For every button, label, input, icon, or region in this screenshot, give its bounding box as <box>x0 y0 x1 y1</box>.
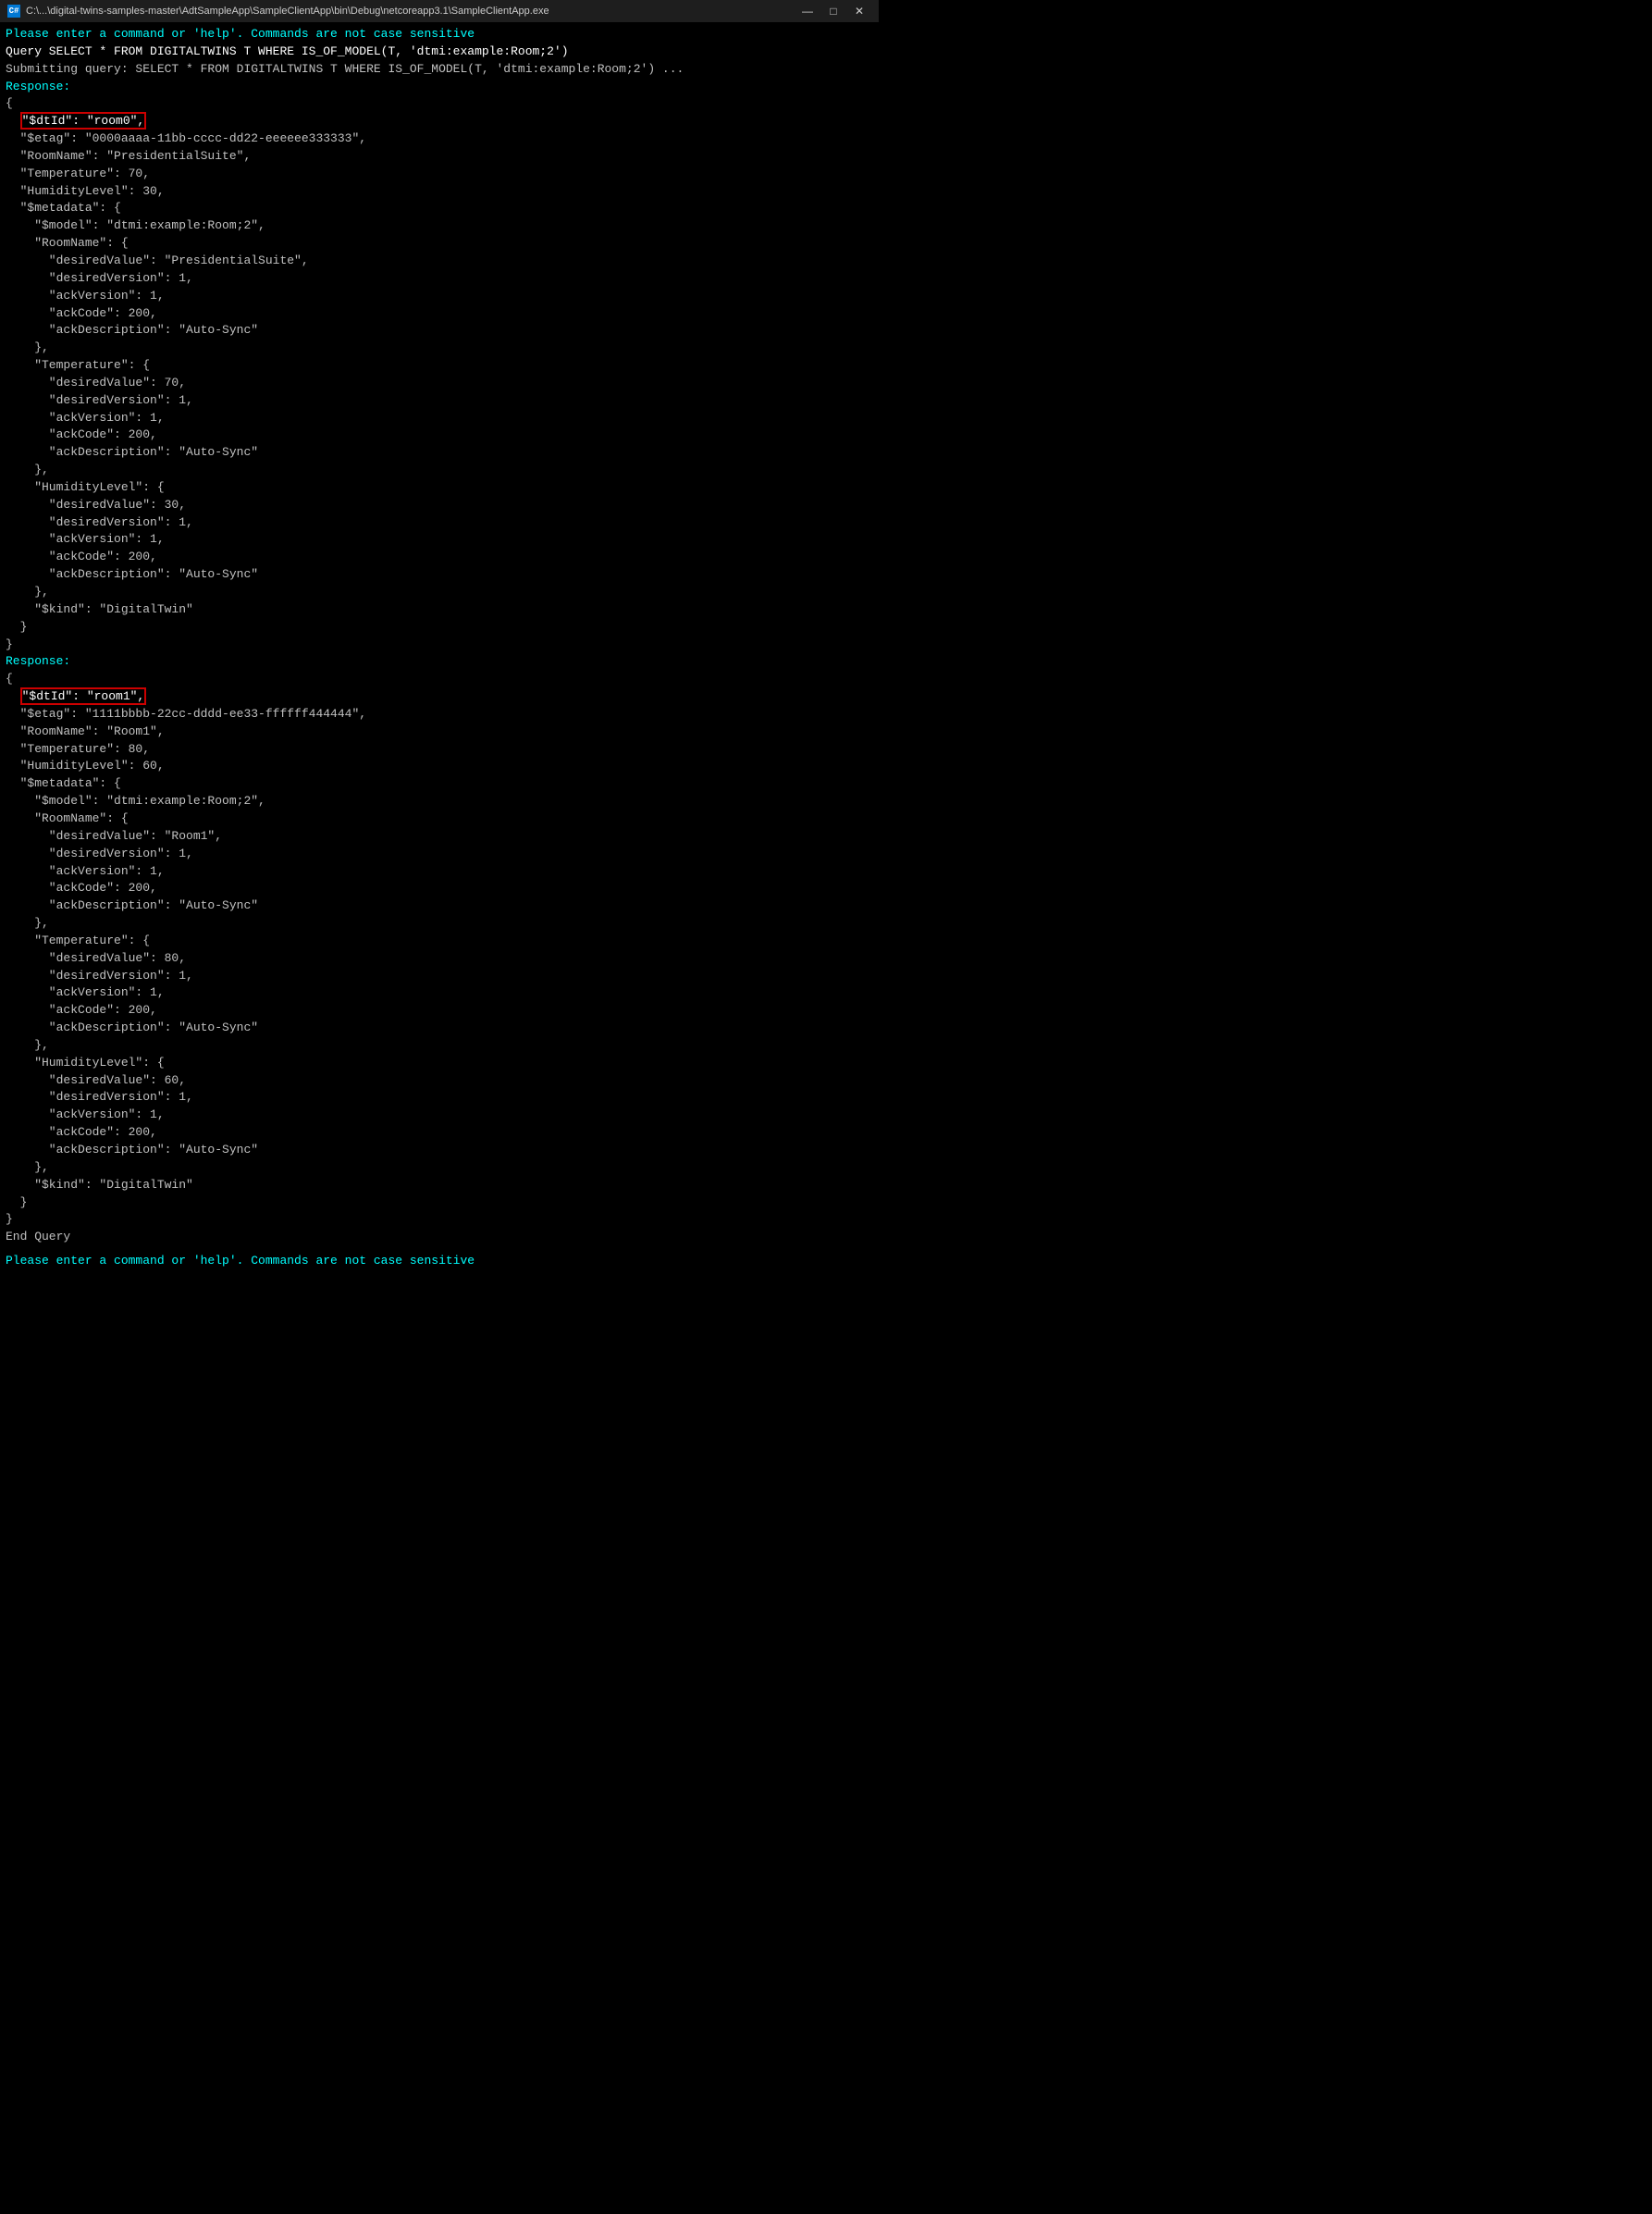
room1-h-ackcode: "ackCode": 200, <box>6 1124 873 1142</box>
close-button[interactable]: ✕ <box>847 3 871 19</box>
room0-roomname: "RoomName": "PresidentialSuite", <box>6 148 873 166</box>
room1-model: "$model": "dtmi:example:Room;2", <box>6 793 873 810</box>
room0-metadata-open: "$metadata": { <box>6 200 873 217</box>
room0-dtid-highlight: "$dtId": "room0", <box>20 112 147 130</box>
room1-temperature: "Temperature": 80, <box>6 741 873 759</box>
room1-dtid-highlight: "$dtId": "room1", <box>20 687 147 705</box>
prompt-line-2: Please enter a command or 'help'. Comman… <box>6 1254 475 1268</box>
room1-t-ackver: "ackVersion": 1, <box>6 984 873 1002</box>
room0-t-ackdesc: "ackDescription": "Auto-Sync" <box>6 444 873 462</box>
room0-dtid-line: "$dtId": "room0", <box>6 113 873 130</box>
room0-t-close: }, <box>6 462 873 479</box>
bottom-prompt-bar: Please enter a command or 'help'. Comman… <box>0 1250 879 1270</box>
room1-etag: "$etag": "1111bbbb-22cc-dddd-ee33-ffffff… <box>6 706 873 724</box>
room0-rn-desiredver: "desiredVersion": 1, <box>6 270 873 288</box>
room1-h-ackdesc: "ackDescription": "Auto-Sync" <box>6 1142 873 1159</box>
title-bar-path: C:\...\digital-twins-samples-master\AdtS… <box>26 6 549 17</box>
room1-h-desired: "desiredValue": 60, <box>6 1072 873 1090</box>
room1-metadata-close: } <box>6 1194 873 1212</box>
room1-t-desiredver: "desiredVersion": 1, <box>6 968 873 985</box>
room1-roomname-meta-open: "RoomName": { <box>6 810 873 828</box>
response-label-1: Response: <box>6 79 873 96</box>
room0-humidity-meta-open: "HumidityLevel": { <box>6 479 873 497</box>
console-output[interactable]: Please enter a command or 'help'. Comman… <box>0 22 879 1250</box>
room1-humidity-meta-open: "HumidityLevel": { <box>6 1055 873 1072</box>
room0-roomname-meta-open: "RoomName": { <box>6 235 873 253</box>
room0-temperature: "Temperature": 70, <box>6 166 873 183</box>
room1-t-ackdesc: "ackDescription": "Auto-Sync" <box>6 1020 873 1037</box>
room1-temp-meta-open: "Temperature": { <box>6 933 873 950</box>
room0-close-brace: } <box>6 637 873 654</box>
room0-h-ackcode: "ackCode": 200, <box>6 549 873 566</box>
room0-rn-close: }, <box>6 340 873 357</box>
app-icon: C# <box>7 5 20 18</box>
maximize-button[interactable]: □ <box>821 3 845 19</box>
room0-metadata-close: } <box>6 619 873 637</box>
query-line: Query SELECT * FROM DIGITALTWINS T WHERE… <box>6 43 873 61</box>
room0-rn-ackdesc: "ackDescription": "Auto-Sync" <box>6 322 873 340</box>
room1-rn-ackver: "ackVersion": 1, <box>6 863 873 881</box>
response-label-2: Response: <box>6 653 873 671</box>
window-controls: — □ ✕ <box>795 3 871 19</box>
room1-open-brace: { <box>6 671 873 688</box>
room0-rn-desired: "desiredValue": "PresidentialSuite", <box>6 253 873 270</box>
room0-t-ackcode: "ackCode": 200, <box>6 427 873 444</box>
room1-rn-close: }, <box>6 915 873 933</box>
room1-h-close: }, <box>6 1159 873 1177</box>
room0-h-ackdesc: "ackDescription": "Auto-Sync" <box>6 566 873 584</box>
room0-open-brace: { <box>6 95 873 113</box>
room1-rn-desiredver: "desiredVersion": 1, <box>6 846 873 863</box>
room1-t-ackcode: "ackCode": 200, <box>6 1002 873 1020</box>
room1-dtid-line: "$dtId": "room1", <box>6 688 873 706</box>
minimize-button[interactable]: — <box>795 3 820 19</box>
room1-t-desired: "desiredValue": 80, <box>6 950 873 968</box>
room1-h-desiredver: "desiredVersion": 1, <box>6 1089 873 1107</box>
terminal-window: C# C:\...\digital-twins-samples-master\A… <box>0 0 879 1270</box>
prompt-line-1: Please enter a command or 'help'. Comman… <box>6 26 873 43</box>
submitting-line: Submitting query: SELECT * FROM DIGITALT… <box>6 61 873 79</box>
room0-h-desiredver: "desiredVersion": 1, <box>6 514 873 532</box>
room1-rn-desired: "desiredValue": "Room1", <box>6 828 873 846</box>
room1-h-ackver: "ackVersion": 1, <box>6 1107 873 1124</box>
room0-kind: "$kind": "DigitalTwin" <box>6 601 873 619</box>
title-bar: C# C:\...\digital-twins-samples-master\A… <box>0 0 879 22</box>
room0-temp-meta-open: "Temperature": { <box>6 357 873 375</box>
room0-h-close: }, <box>6 584 873 601</box>
room0-rn-ackcode: "ackCode": 200, <box>6 305 873 323</box>
room0-h-desired: "desiredValue": 30, <box>6 497 873 514</box>
room1-roomname: "RoomName": "Room1", <box>6 724 873 741</box>
room1-rn-ackcode: "ackCode": 200, <box>6 880 873 897</box>
room0-t-ackver: "ackVersion": 1, <box>6 410 873 427</box>
room0-rn-ackver: "ackVersion": 1, <box>6 288 873 305</box>
room0-humidity: "HumidityLevel": 30, <box>6 183 873 201</box>
room0-t-desiredver: "desiredVersion": 1, <box>6 392 873 410</box>
room0-etag: "$etag": "0000aaaa-11bb-cccc-dd22-eeeeee… <box>6 130 873 148</box>
room0-h-ackver: "ackVersion": 1, <box>6 531 873 549</box>
room1-kind: "$kind": "DigitalTwin" <box>6 1177 873 1194</box>
end-query-line: End Query <box>6 1229 873 1246</box>
room1-t-close: }, <box>6 1037 873 1055</box>
room1-humidity: "HumidityLevel": 60, <box>6 758 873 775</box>
room0-model: "$model": "dtmi:example:Room;2", <box>6 217 873 235</box>
room1-rn-ackdesc: "ackDescription": "Auto-Sync" <box>6 897 873 915</box>
room0-t-desired: "desiredValue": 70, <box>6 375 873 392</box>
room1-close-brace: } <box>6 1211 873 1229</box>
title-bar-left: C# C:\...\digital-twins-samples-master\A… <box>7 5 549 18</box>
room1-metadata-open: "$metadata": { <box>6 775 873 793</box>
